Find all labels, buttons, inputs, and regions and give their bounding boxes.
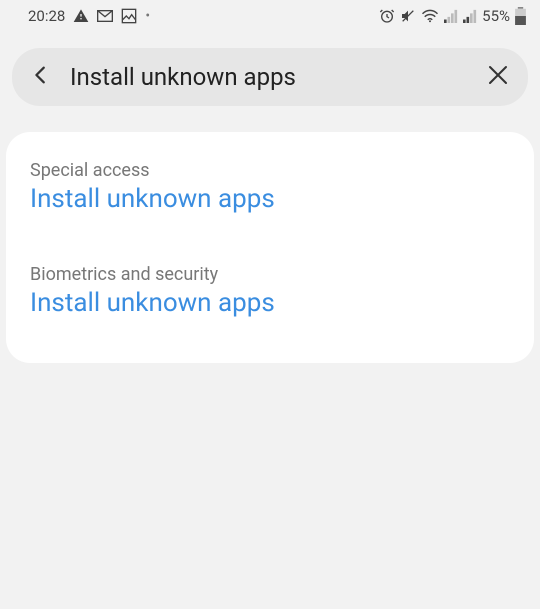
back-button[interactable] (30, 64, 52, 90)
result-category: Biometrics and security (30, 264, 510, 285)
battery-percentage: 55% (482, 7, 510, 25)
result-title: Install unknown apps (30, 183, 510, 216)
wifi-icon (421, 9, 439, 23)
search-header: Install unknown apps (12, 48, 528, 106)
alarm-icon (379, 8, 395, 24)
search-result[interactable]: Biometrics and security Install unknown … (30, 234, 510, 338)
signal-icon-1 (444, 9, 458, 23)
mute-icon (400, 8, 416, 24)
battery-icon (515, 7, 526, 25)
status-time: 20:28 (28, 7, 65, 25)
search-result[interactable]: Special access Install unknown apps (30, 154, 510, 234)
result-title: Install unknown apps (30, 287, 510, 320)
result-category: Special access (30, 160, 510, 181)
gmail-icon (97, 10, 113, 22)
signal-icon-2 (463, 9, 477, 23)
image-icon (121, 8, 137, 24)
status-bar: 20:28 • 55% (0, 0, 540, 32)
clear-search-button[interactable] (486, 63, 510, 91)
search-input[interactable]: Install unknown apps (52, 63, 486, 91)
search-results-card: Special access Install unknown apps Biom… (6, 132, 534, 363)
warning-icon (73, 8, 89, 24)
more-notifications-icon: • (145, 9, 150, 23)
